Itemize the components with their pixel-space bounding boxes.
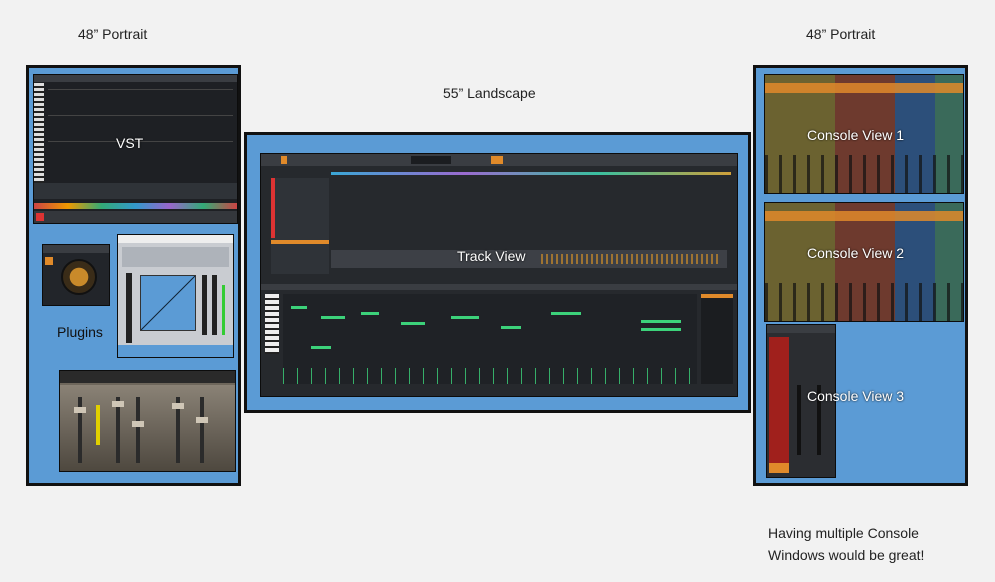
plugins-label: Plugins [57,324,103,340]
track-view-label: Track View [457,248,526,264]
knob-icon [61,259,97,295]
left-monitor-panel: VST Plugins [26,65,241,486]
console-view-1-label: Console View 1 [807,127,905,143]
vst-label: VST [116,135,144,151]
console-view-1-screenshot: Console View 1 [764,74,964,194]
vst-screenshot: VST [33,74,238,224]
console-view-2-screenshot: Console View 2 [764,202,964,322]
piano-keys [265,294,279,354]
console-view-2-label: Console View 2 [807,245,905,261]
channel-strip-plugin-screenshot [59,370,236,472]
center-monitor-title: 55” Landscape [443,85,536,101]
compressor-graph [140,275,196,331]
left-monitor-title: 48” Portrait [78,26,148,42]
track-view-screenshot: Track View [260,153,738,397]
note-line-1: Having multiple Console [768,525,919,541]
right-monitor-title: 48” Portrait [806,26,876,42]
center-monitor-panel: Track View [244,132,751,413]
note-line-2: Windows would be great! [768,547,925,563]
right-monitor-panel: Console View 1 Console View 2 Console Vi… [753,65,968,486]
note-text: Having multiple Console Windows would be… [768,522,924,566]
compressor-plugin-screenshot [117,234,234,358]
console-view-3-label: Console View 3 [807,388,905,404]
knob-plugin-screenshot [42,244,110,306]
